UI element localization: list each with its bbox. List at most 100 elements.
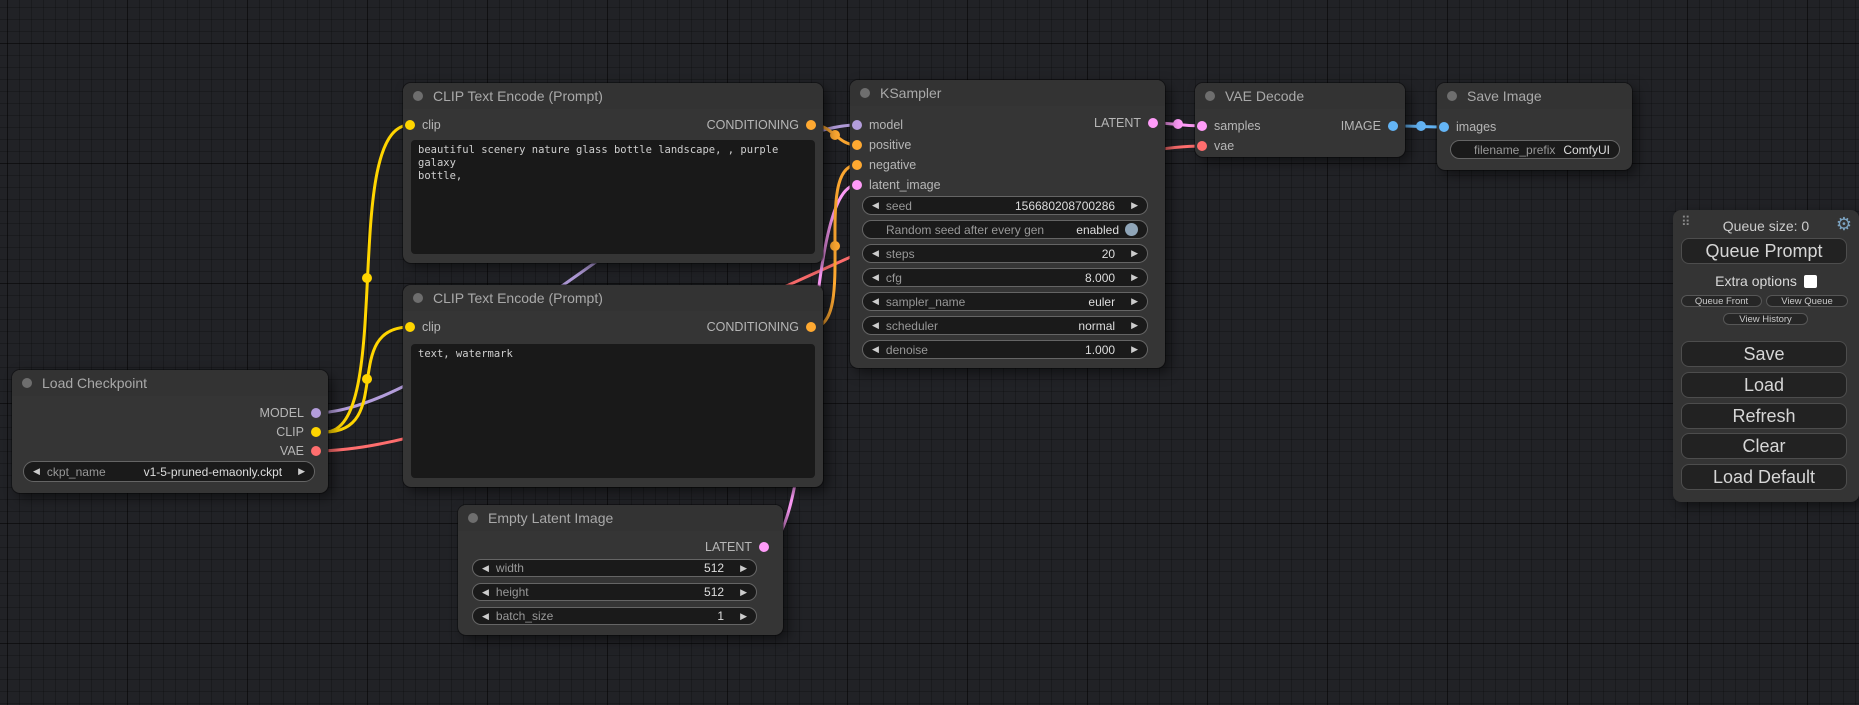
increment-arrow-icon[interactable]: ▶ — [298, 466, 305, 477]
increment-arrow-icon[interactable]: ▶ — [1131, 200, 1138, 211]
collapse-dot-icon[interactable] — [860, 88, 870, 98]
decrement-arrow-icon[interactable]: ◀ — [33, 466, 40, 477]
node-header[interactable]: CLIP Text Encode (Prompt) — [403, 285, 823, 311]
vae-output-dot[interactable] — [311, 446, 321, 456]
increment-arrow-icon[interactable]: ▶ — [1131, 320, 1138, 331]
node-empty-latent-image: Empty Latent Image LATENT ◀ width 512 ▶ … — [458, 505, 783, 635]
seed-widget[interactable]: ◀ seed 156680208700286 ▶ — [862, 196, 1148, 215]
collapse-dot-icon[interactable] — [468, 513, 478, 523]
conditioning-output-dot[interactable] — [806, 120, 816, 130]
node-graph-canvas[interactable]: Load Checkpoint MODEL CLIP VAE ◀ ckpt_na… — [0, 0, 1859, 705]
decrement-arrow-icon[interactable]: ◀ — [482, 563, 489, 574]
node-header[interactable]: Load Checkpoint — [12, 370, 328, 396]
widget-label: filename_prefix — [1474, 143, 1555, 157]
link-dot-conditioning-negative[interactable] — [830, 241, 840, 251]
batch-size-widget[interactable]: ◀ batch_size 1 ▶ — [472, 607, 757, 625]
random-seed-toggle-widget[interactable]: Random seed after every gen enabled — [862, 220, 1148, 239]
decrement-arrow-icon[interactable]: ◀ — [872, 344, 879, 355]
output-slot-model: MODEL — [12, 405, 328, 421]
node-title: CLIP Text Encode (Prompt) — [433, 290, 603, 306]
settings-gear-icon[interactable]: ⚙ — [1836, 214, 1852, 235]
widget-value: 512 — [704, 585, 724, 599]
latent-output-dot[interactable] — [759, 542, 769, 552]
widget-value: enabled — [1076, 223, 1119, 237]
view-queue-button[interactable]: View Queue — [1766, 295, 1848, 307]
filename-prefix-widget[interactable]: filename_prefix ComfyUI — [1450, 140, 1620, 159]
increment-arrow-icon[interactable]: ▶ — [740, 563, 747, 574]
decrement-arrow-icon[interactable]: ◀ — [872, 248, 879, 259]
refresh-button[interactable]: Refresh — [1681, 403, 1847, 429]
collapse-dot-icon[interactable] — [22, 378, 32, 388]
slot-label: LATENT — [1094, 116, 1141, 130]
output-slot-latent: LATENT — [458, 539, 783, 555]
queue-front-button[interactable]: Queue Front — [1681, 295, 1762, 307]
node-vae-decode: VAE Decode samples IMAGE vae — [1195, 83, 1405, 157]
decrement-arrow-icon[interactable]: ◀ — [872, 272, 879, 283]
collapse-dot-icon[interactable] — [413, 293, 423, 303]
input-slot-images: images — [1437, 119, 1632, 135]
clip-output-dot[interactable] — [311, 427, 321, 437]
clear-button[interactable]: Clear — [1681, 433, 1847, 459]
link-dot-conditioning-positive[interactable] — [830, 130, 840, 140]
node-header[interactable]: KSampler — [850, 80, 1165, 106]
conditioning-output-dot[interactable] — [806, 322, 816, 332]
positive-prompt-textarea[interactable]: beautiful scenery nature glass bottle la… — [411, 140, 815, 254]
node-title: Empty Latent Image — [488, 510, 613, 526]
output-slot-image: IMAGE — [1195, 118, 1405, 134]
link-dot-image[interactable] — [1416, 121, 1426, 131]
queue-size-label: Queue size: 0 — [1673, 218, 1859, 234]
toggle-on-icon[interactable] — [1125, 223, 1138, 236]
node-header[interactable]: VAE Decode — [1195, 83, 1405, 109]
node-header[interactable]: Empty Latent Image — [458, 505, 783, 531]
vae-input-dot[interactable] — [1197, 141, 1207, 151]
node-ksampler: KSampler model LATENT positive negative … — [850, 80, 1165, 368]
decrement-arrow-icon[interactable]: ◀ — [872, 296, 879, 307]
ckpt-name-widget[interactable]: ◀ ckpt_name v1-5-pruned-emaonly.ckpt ▶ — [23, 461, 315, 482]
view-history-button[interactable]: View History — [1723, 313, 1808, 325]
negative-input-dot[interactable] — [852, 160, 862, 170]
image-output-dot[interactable] — [1388, 121, 1398, 131]
model-output-dot[interactable] — [311, 408, 321, 418]
link-dot-clip-negative[interactable] — [362, 374, 372, 384]
queue-prompt-button[interactable]: Queue Prompt — [1681, 238, 1847, 264]
decrement-arrow-icon[interactable]: ◀ — [872, 200, 879, 211]
denoise-widget[interactable]: ◀ denoise 1.000 ▶ — [862, 340, 1148, 359]
decrement-arrow-icon[interactable]: ◀ — [872, 320, 879, 331]
node-title: Save Image — [1467, 88, 1542, 104]
width-widget[interactable]: ◀ width 512 ▶ — [472, 559, 757, 577]
load-default-button[interactable]: Load Default — [1681, 464, 1847, 490]
increment-arrow-icon[interactable]: ▶ — [1131, 272, 1138, 283]
input-slot-vae: vae — [1195, 138, 1405, 154]
link-dot-latent-samples[interactable] — [1173, 119, 1183, 129]
increment-arrow-icon[interactable]: ▶ — [740, 611, 747, 622]
node-header[interactable]: CLIP Text Encode (Prompt) — [403, 83, 823, 109]
images-input-dot[interactable] — [1439, 122, 1449, 132]
widget-value: ComfyUI — [1563, 143, 1610, 157]
sampler-name-widget[interactable]: ◀ sampler_name euler ▶ — [862, 292, 1148, 311]
output-slot-vae: VAE — [12, 443, 328, 459]
collapse-dot-icon[interactable] — [413, 91, 423, 101]
cfg-widget[interactable]: ◀ cfg 8.000 ▶ — [862, 268, 1148, 287]
load-button[interactable]: Load — [1681, 372, 1847, 398]
extra-options-checkbox[interactable] — [1804, 275, 1817, 288]
positive-input-dot[interactable] — [852, 140, 862, 150]
node-header[interactable]: Save Image — [1437, 83, 1632, 109]
decrement-arrow-icon[interactable]: ◀ — [482, 587, 489, 598]
scheduler-widget[interactable]: ◀ scheduler normal ▶ — [862, 316, 1148, 335]
negative-prompt-textarea[interactable]: text, watermark — [411, 344, 815, 478]
decrement-arrow-icon[interactable]: ◀ — [482, 611, 489, 622]
increment-arrow-icon[interactable]: ▶ — [1131, 248, 1138, 259]
steps-widget[interactable]: ◀ steps 20 ▶ — [862, 244, 1148, 263]
link-dot-clip-positive[interactable] — [362, 273, 372, 283]
slot-label: latent_image — [869, 178, 941, 192]
collapse-dot-icon[interactable] — [1205, 91, 1215, 101]
increment-arrow-icon[interactable]: ▶ — [740, 587, 747, 598]
save-button[interactable]: Save — [1681, 341, 1847, 367]
increment-arrow-icon[interactable]: ▶ — [1131, 296, 1138, 307]
height-widget[interactable]: ◀ height 512 ▶ — [472, 583, 757, 601]
latent-image-input-dot[interactable] — [852, 180, 862, 190]
increment-arrow-icon[interactable]: ▶ — [1131, 344, 1138, 355]
slot-label: CLIP — [276, 425, 304, 439]
latent-output-dot[interactable] — [1148, 118, 1158, 128]
collapse-dot-icon[interactable] — [1447, 91, 1457, 101]
